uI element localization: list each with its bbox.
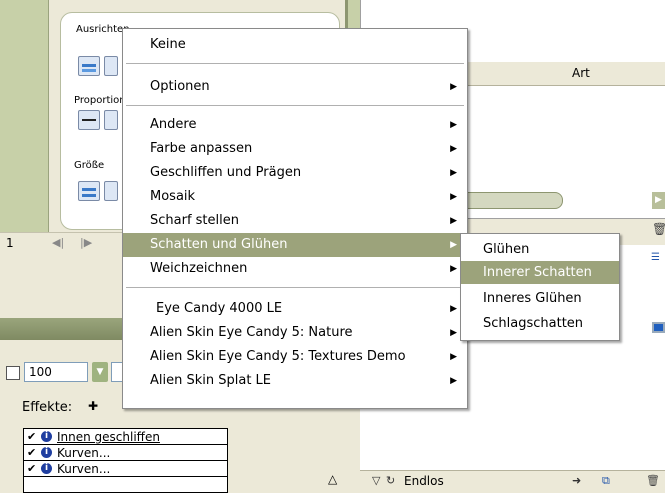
scroll-right-icon[interactable]: ▶ xyxy=(652,192,665,209)
menu-item-eye-candy-5-textures[interactable]: Alien Skin Eye Candy 5: Textures Demo ▶ xyxy=(123,345,467,369)
submenu-item-innerer-schatten[interactable]: Innerer Schatten xyxy=(461,261,619,284)
check-icon[interactable]: ✔ xyxy=(27,430,41,443)
menu-item-splat-le[interactable]: Alien Skin Splat LE ▶ xyxy=(123,369,467,393)
menu-separator xyxy=(126,63,464,64)
chevron-right-icon: ▶ xyxy=(450,168,457,178)
filter-context-menu: Keine Optionen ▶ Andere ▶ Farbe anpassen ▶ … xyxy=(122,28,468,409)
effects-label: Effekte: xyxy=(22,400,73,415)
opacity-dropdown-icon[interactable]: ▼ xyxy=(92,362,108,382)
menu-item-optionen[interactable]: Optionen ▶ xyxy=(123,75,467,99)
chevron-right-icon: ▶ xyxy=(450,328,457,338)
align-left-button[interactable] xyxy=(78,56,100,76)
collapse-up-icon[interactable]: △ xyxy=(328,472,337,486)
chevron-right-icon: ▶ xyxy=(450,264,457,274)
menu-item-keine[interactable]: Keine xyxy=(123,33,467,57)
chevron-right-icon: ▶ xyxy=(450,240,457,250)
chevron-right-icon: ▶ xyxy=(450,352,457,362)
info-icon[interactable]: i xyxy=(41,447,52,458)
chevron-right-icon: ▶ xyxy=(450,120,457,130)
chevron-right-icon: ▶ xyxy=(450,376,457,386)
chevron-right-icon: ▶ xyxy=(450,304,457,314)
menu-item-scharf-stellen[interactable]: Scharf stellen ▶ xyxy=(123,209,467,233)
menu-item-mosaik[interactable]: Mosaik ▶ xyxy=(123,185,467,209)
same-size-button[interactable] xyxy=(78,181,100,201)
submenu-item-gluehen[interactable]: Glühen xyxy=(461,238,619,261)
new-frame-icon[interactable]: ➜ xyxy=(572,474,581,487)
menu-item-farbe-anpassen[interactable]: Farbe anpassen ▶ xyxy=(123,137,467,161)
next-frame-icon[interactable]: |▶ xyxy=(80,236,92,249)
info-icon[interactable]: i xyxy=(41,431,52,442)
align-center-button[interactable] xyxy=(104,56,118,76)
menu-item-eye-candy-5-nature[interactable]: Alien Skin Eye Candy 5: Nature ▶ xyxy=(123,321,467,345)
list-item[interactable]: ✔ i Innen geschliffen xyxy=(24,429,227,445)
submenu-item-inneres-gluehen[interactable]: Inneres Glühen xyxy=(461,287,619,310)
chevron-right-icon: ▶ xyxy=(450,216,457,226)
duplicate-frame-icon[interactable]: ⧉ xyxy=(602,474,610,488)
menu-separator xyxy=(126,287,464,288)
info-icon[interactable]: i xyxy=(41,463,52,474)
opacity-icon xyxy=(6,366,20,380)
same-size-button-2[interactable] xyxy=(104,181,118,201)
list-item[interactable]: ✔ i Kurven... xyxy=(24,445,227,461)
delete-frame-icon[interactable]: 🗑 xyxy=(646,474,660,487)
menu-item-geschliffen-und-praegen[interactable]: Geschliffen und Prägen ▶ xyxy=(123,161,467,185)
submenu-item-schlagschatten[interactable]: Schlagschatten xyxy=(461,312,619,335)
add-effect-icon[interactable]: ✚ xyxy=(88,399,98,413)
menu-item-schatten-und-gluehen[interactable]: Schatten und Glühen ▶ xyxy=(123,233,467,257)
chevron-right-icon: ▶ xyxy=(450,82,457,92)
prev-frame-icon[interactable]: ◀| xyxy=(52,236,64,249)
menu-separator xyxy=(126,105,464,106)
menu-item-eye-candy-4000[interactable]: Eye Candy 4000 LE ▶ xyxy=(123,297,467,321)
menu-item-weichzeichnen[interactable]: Weichzeichnen ▶ xyxy=(123,257,467,281)
distribute-button-2[interactable] xyxy=(104,110,118,130)
opacity-input[interactable]: 100 xyxy=(24,362,88,382)
trash-icon[interactable]: 🗑 xyxy=(652,222,665,236)
check-icon[interactable]: ✔ xyxy=(27,462,41,475)
frame-number: 1 xyxy=(6,236,14,250)
column-header-art: Art xyxy=(572,66,590,80)
chevron-right-icon: ▶ xyxy=(450,192,457,202)
list-icon[interactable]: ☰ xyxy=(651,252,665,268)
loop-icon[interactable]: ↻ xyxy=(386,474,395,487)
list-item[interactable]: ✔ i Kurven... xyxy=(24,461,227,477)
menu-item-andere[interactable]: Andere ▶ xyxy=(123,113,467,137)
effects-list: ✔ i Innen geschliffen ✔ i Kurven... ✔ i Kurven… xyxy=(23,428,228,493)
chevron-right-icon: ▶ xyxy=(450,144,457,154)
opacity-value: 100 xyxy=(29,365,52,379)
layer-thumbnail-icon xyxy=(652,322,665,333)
size-label: Größe xyxy=(74,160,105,171)
loop-label: Endlos xyxy=(404,474,444,488)
shadow-glow-submenu: Glühen Innerer Schatten Inneres Glühen S… xyxy=(460,233,620,341)
filter-icon[interactable]: ▽ xyxy=(372,474,380,487)
distribute-button[interactable] xyxy=(78,110,100,130)
check-icon[interactable]: ✔ xyxy=(27,446,41,459)
